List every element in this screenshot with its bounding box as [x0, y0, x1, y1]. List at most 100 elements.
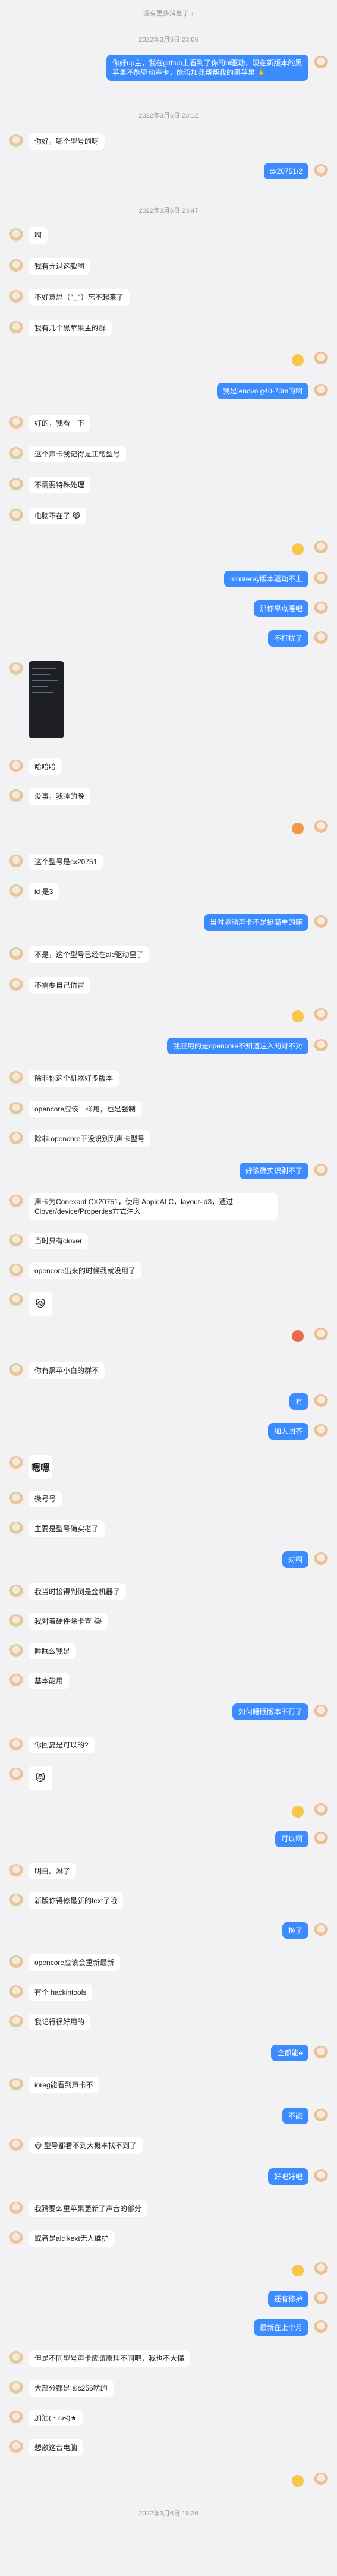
user-avatar[interactable] [313, 1008, 329, 1024]
contact-avatar[interactable] [8, 447, 24, 462]
user-avatar[interactable] [313, 56, 329, 71]
user-avatar[interactable] [313, 2320, 329, 2336]
contact-avatar[interactable] [8, 2202, 24, 2217]
contact-avatar[interactable] [8, 2411, 24, 2426]
contact-avatar[interactable] [8, 1102, 24, 1117]
contact-avatar[interactable] [8, 321, 24, 336]
contact-avatar[interactable] [8, 1674, 24, 1689]
user-avatar[interactable] [313, 2046, 329, 2061]
emoji-sticker-icon [292, 2475, 304, 2487]
contact-avatar[interactable] [8, 1585, 24, 1600]
message-bubble: 这个型号是cx20751 [29, 854, 103, 870]
contact-avatar[interactable] [8, 1738, 24, 1753]
user-avatar[interactable] [313, 1394, 329, 1410]
contact-avatar[interactable] [8, 1614, 24, 1630]
user-avatar[interactable] [313, 1552, 329, 1568]
message-bubble: 明白。淋了 [29, 1863, 77, 1879]
message-bubble: 有 [289, 1393, 308, 1410]
contact-avatar[interactable] [8, 259, 24, 275]
message-bubble: 有个 hackintools [29, 1984, 93, 2001]
contact-avatar[interactable] [8, 1985, 24, 2001]
contact-avatar[interactable] [8, 2139, 24, 2154]
user-avatar[interactable] [313, 1923, 329, 1939]
user-avatar[interactable] [313, 1039, 329, 1054]
user-avatar[interactable] [313, 164, 329, 179]
sticker-image: 😼 [29, 1766, 52, 1790]
contact-avatar[interactable] [8, 855, 24, 870]
contact-avatar[interactable] [8, 134, 24, 150]
user-avatar[interactable] [313, 602, 329, 617]
message-bubble: 不需要特殊处理 [29, 477, 91, 493]
contact-avatar[interactable] [8, 509, 24, 524]
message-bubble: 那你早点睡吧 [253, 600, 308, 617]
contact-avatar[interactable] [8, 1522, 24, 1537]
user-avatar[interactable] [313, 1832, 329, 1847]
emoji-sticker-icon [292, 1806, 304, 1818]
contact-avatar[interactable] [8, 1195, 24, 1210]
sticker-image: 😼 [29, 1292, 52, 1316]
user-avatar[interactable] [313, 2292, 329, 2307]
user-avatar[interactable] [313, 2262, 329, 2278]
contact-avatar[interactable] [8, 1768, 24, 1783]
user-avatar[interactable] [313, 2109, 329, 2124]
user-avatar[interactable] [313, 2473, 329, 2488]
message-bubble: 好的，我看一下 [29, 415, 91, 432]
contact-avatar[interactable] [8, 2440, 24, 2456]
contact-avatar[interactable] [8, 1955, 24, 1971]
contact-avatar[interactable] [8, 2381, 24, 2397]
user-avatar[interactable] [313, 1424, 329, 1440]
contact-avatar[interactable] [8, 290, 24, 306]
message-bubble: 大部分都是 alc256啥的 [29, 2380, 114, 2397]
contact-avatar[interactable] [8, 1894, 24, 1909]
image-message[interactable] [29, 661, 64, 738]
user-avatar[interactable] [313, 1164, 329, 1179]
contact-avatar[interactable] [8, 1293, 24, 1309]
contact-avatar[interactable] [8, 789, 24, 805]
contact-avatar[interactable] [8, 760, 24, 775]
message-bubble: 我有弄过这款啊 [29, 258, 91, 275]
user-avatar[interactable] [313, 1328, 329, 1343]
message-bubble: 最新在上个月 [253, 2319, 308, 2336]
user-avatar[interactable] [313, 820, 329, 836]
contact-avatar[interactable] [8, 1234, 24, 1249]
contact-avatar[interactable] [8, 2231, 24, 2247]
contact-avatar[interactable] [8, 1456, 24, 1472]
contact-avatar[interactable] [8, 1363, 24, 1379]
contact-avatar[interactable] [8, 1264, 24, 1279]
contact-avatar[interactable] [8, 1644, 24, 1659]
user-avatar[interactable] [313, 1705, 329, 1720]
contact-avatar[interactable] [8, 478, 24, 493]
user-avatar[interactable] [313, 352, 329, 367]
user-avatar[interactable] [313, 541, 329, 556]
message-bubble: 我当时接得到倒是金机器了 [29, 1583, 127, 1600]
contact-avatar[interactable] [8, 2078, 24, 2093]
message-bubble: 主要是型号确实老了 [29, 1520, 105, 1537]
user-avatar[interactable] [313, 1803, 329, 1819]
contact-avatar[interactable] [8, 416, 24, 432]
user-avatar[interactable] [313, 2169, 329, 2185]
user-avatar[interactable] [313, 915, 329, 931]
contact-avatar[interactable] [8, 1132, 24, 1147]
message-bubble: 但是不同型号声卡应该原理不同吧，我也不大懂 [29, 2350, 191, 2367]
contact-avatar[interactable] [8, 1864, 24, 1879]
contact-avatar[interactable] [8, 1071, 24, 1087]
contact-avatar[interactable] [8, 2015, 24, 2030]
user-avatar[interactable] [313, 572, 329, 587]
message-bubble: 你好up主，我在github上看到了你的bl驱动，现在新版本的黑苹果不能驱动声卡… [106, 55, 308, 81]
contact-avatar[interactable] [8, 884, 24, 900]
contact-avatar[interactable] [8, 978, 24, 994]
message-bubble: 新版你得修最新的text了哦 [29, 1892, 124, 1909]
message-bubble: 你回复是可以的? [29, 1737, 95, 1753]
contact-avatar[interactable] [8, 228, 24, 244]
contact-avatar[interactable] [8, 1492, 24, 1507]
message-bubble: 当时只有clover [29, 1233, 89, 1249]
user-avatar[interactable] [313, 384, 329, 399]
contact-avatar[interactable] [8, 662, 24, 678]
history-notice[interactable]: 没有更多消息了 ↓ [0, 8, 337, 18]
contact-avatar[interactable] [8, 2351, 24, 2367]
user-avatar[interactable] [313, 631, 329, 647]
message-bubble: 可以啊 [275, 1831, 308, 1847]
message-bubble: 不打扰了 [267, 630, 308, 647]
message-bubble: 我对着硬件除卡查 😹 [29, 1613, 108, 1630]
contact-avatar[interactable] [8, 947, 24, 963]
